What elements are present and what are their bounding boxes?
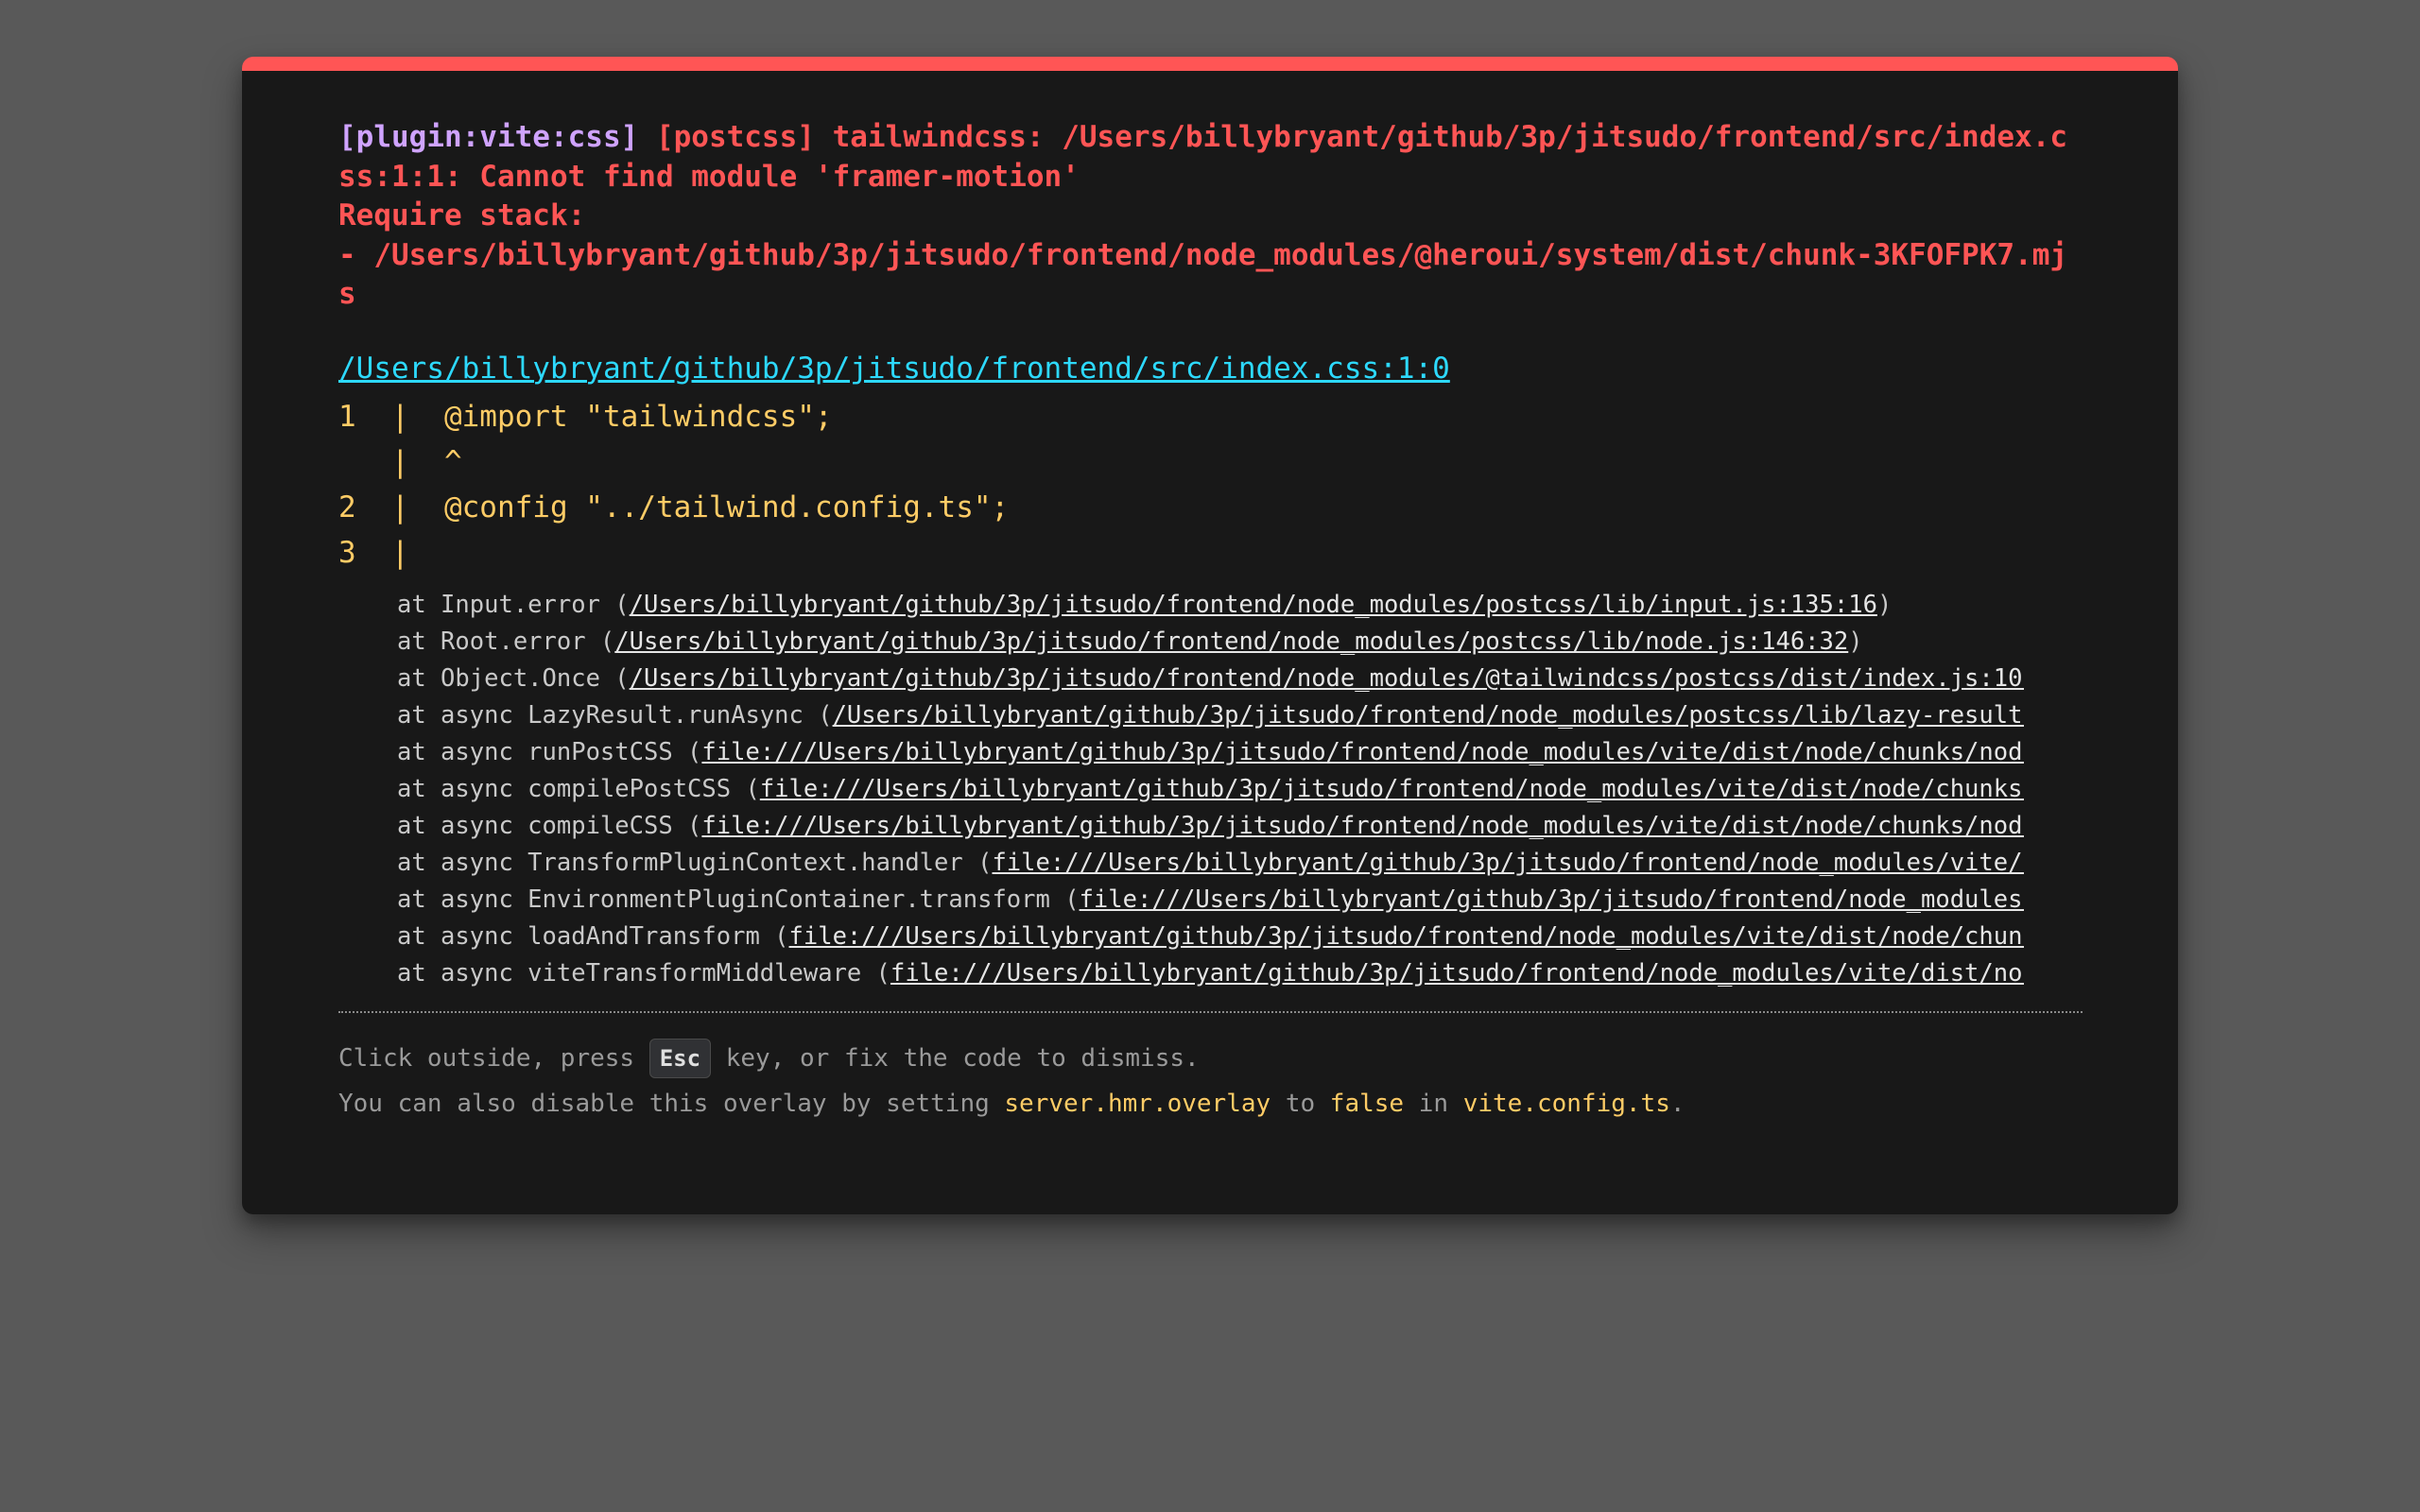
stack-line-prefix: at Input.error ( <box>397 590 630 619</box>
tip-text: key, or fix the code to dismiss. <box>711 1043 1200 1073</box>
config-file: vite.config.ts <box>1462 1089 1670 1118</box>
tip-text: to <box>1270 1089 1330 1118</box>
stack-file-link[interactable]: /Users/billybryant/github/3p/jitsudo/fro… <box>630 591 1877 619</box>
stack-line-prefix: at async LazyResult.runAsync ( <box>397 700 833 730</box>
stack-line: at Object.Once (/Users/billybryant/githu… <box>397 661 2024 697</box>
overlay-config-tip: You can also disable this overlay by set… <box>338 1081 2083 1126</box>
stack-file-link[interactable]: file:///Users/billybryant/github/3p/jits… <box>1080 885 2024 914</box>
stack-line-prefix: at Object.Once ( <box>397 663 630 693</box>
stack-file-link[interactable]: /Users/billybryant/github/3p/jitsudo/fro… <box>614 627 1848 656</box>
config-key: server.hmr.overlay <box>1004 1089 1271 1118</box>
error-file-link[interactable]: /Users/billybryant/github/3p/jitsudo/fro… <box>338 349 2083 388</box>
stack-line-prefix: at async compileCSS ( <box>397 811 702 840</box>
code-frame-line: 1 | @import "tailwindcss"; <box>338 399 833 434</box>
code-frame-line: 3 | <box>338 535 409 570</box>
stack-file-link[interactable]: /Users/billybryant/github/3p/jitsudo/fro… <box>833 701 2024 730</box>
tip-text: in <box>1404 1089 1463 1118</box>
stack-line-prefix: at async viteTransformMiddleware ( <box>397 958 890 988</box>
stack-line-prefix: at Root.error ( <box>397 627 615 656</box>
error-content: [plugin:vite:css] [postcss] tailwindcss:… <box>338 118 2083 1126</box>
divider <box>338 1010 2083 1013</box>
stack-line-suffix: ) <box>1848 627 1863 656</box>
stack-line-prefix: at async TransformPluginContext.handler … <box>397 848 993 877</box>
stack-file-link[interactable]: file:///Users/billybryant/github/3p/jits… <box>701 812 2024 840</box>
code-frame-line: | ^ <box>338 444 462 479</box>
error-overlay-window: [plugin:vite:css] [postcss] tailwindcss:… <box>242 57 2178 1214</box>
stack-file-link[interactable]: file:///Users/billybryant/github/3p/jits… <box>760 775 2024 803</box>
stack-line: at async LazyResult.runAsync (/Users/bil… <box>397 697 2024 734</box>
stack-line: at Root.error (/Users/billybryant/github… <box>397 624 2024 661</box>
stack-line: at async loadAndTransform (file:///Users… <box>397 919 2024 955</box>
stack-file-link[interactable]: file:///Users/billybryant/github/3p/jits… <box>789 922 2024 951</box>
stack-line-suffix: ) <box>1876 590 1893 619</box>
stack-line: at async compilePostCSS (file:///Users/b… <box>397 771 2024 808</box>
stack-file-link[interactable]: file:///Users/billybryant/github/3p/jits… <box>701 738 2024 766</box>
stack-line: at async TransformPluginContext.handler … <box>397 845 2024 882</box>
dismiss-tip: Click outside, press Esc key, or fix the… <box>338 1036 2083 1081</box>
stack-trace: at Input.error (/Users/billybryant/githu… <box>338 587 2024 992</box>
stack-line-prefix: at async loadAndTransform ( <box>397 921 789 951</box>
config-value: false <box>1329 1089 1405 1118</box>
tip-text: Click outside, press <box>338 1043 649 1073</box>
stack-line-prefix: at async EnvironmentPluginContainer.tran… <box>397 885 1080 914</box>
stack-line-prefix: at async runPostCSS ( <box>397 737 702 766</box>
tip-text: You can also disable this overlay by set… <box>338 1089 1005 1118</box>
stack-file-link[interactable]: file:///Users/billybryant/github/3p/jits… <box>890 959 2024 988</box>
code-frame: 1 | @import "tailwindcss"; | ^ 2 | @conf… <box>338 394 2083 576</box>
plugin-tag: [plugin:vite:css] <box>338 120 639 154</box>
stack-line-prefix: at async compilePostCSS ( <box>397 774 760 803</box>
stack-file-link[interactable]: /Users/billybryant/github/3p/jitsudo/fro… <box>630 664 2024 693</box>
stack-line: at async EnvironmentPluginContainer.tran… <box>397 882 2024 919</box>
stack-file-link[interactable]: file:///Users/billybryant/github/3p/jits… <box>992 849 2024 877</box>
tip-text: . <box>1669 1089 1685 1118</box>
error-message: [plugin:vite:css] [postcss] tailwindcss:… <box>338 118 2083 315</box>
stack-line: at async viteTransformMiddleware (file:/… <box>397 955 2024 992</box>
stack-line: at Input.error (/Users/billybryant/githu… <box>397 587 2024 624</box>
stack-line: at async compileCSS (file:///Users/billy… <box>397 808 2024 845</box>
esc-key-hint: Esc <box>648 1039 712 1078</box>
code-frame-line: 2 | @config "../tailwind.config.ts"; <box>338 490 1010 524</box>
stack-line: at async runPostCSS (file:///Users/billy… <box>397 734 2024 771</box>
